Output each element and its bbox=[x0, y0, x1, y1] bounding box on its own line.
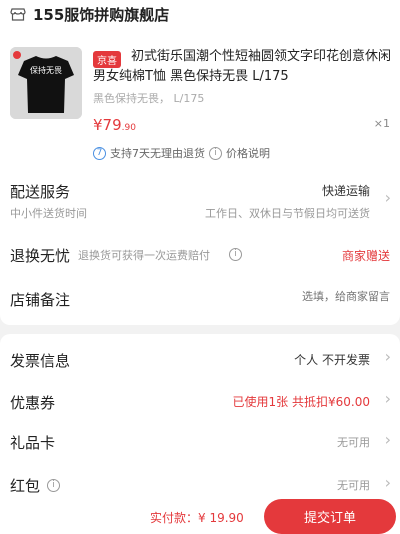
total-payment: 实付款：¥ 19.90 bbox=[150, 511, 244, 525]
invoice-value[interactable]: 个人 不开发票 bbox=[294, 351, 370, 368]
price-integer: 79 bbox=[102, 116, 122, 134]
chevron-right-icon[interactable]: › bbox=[385, 473, 391, 492]
info-icon: i bbox=[209, 146, 222, 160]
giftcard-label: 礼品卡 bbox=[10, 434, 56, 452]
coupon-value[interactable]: 已使用1张 共抵扣¥60.00 bbox=[233, 393, 370, 410]
submit-order-button[interactable]: 提交订单 bbox=[264, 499, 396, 534]
price-symbol: ¥ bbox=[93, 116, 103, 134]
delivery-time[interactable]: 工作日、双休日与节假日均可送货 bbox=[205, 205, 370, 221]
order-card: 155服饰拼购旗舰店 保持无畏 初式街乐国潮个性短袖圆领文字印花创意休闲男女纯棉… bbox=[0, 0, 400, 325]
return-policy-text[interactable]: 支持7天无理由退货 bbox=[110, 145, 205, 161]
return-service-label: 退换无忧 bbox=[10, 247, 71, 265]
delivery-method[interactable]: 快递运输 bbox=[322, 182, 370, 199]
info-icon[interactable]: i bbox=[47, 479, 60, 492]
chevron-right-icon[interactable]: › bbox=[385, 188, 391, 207]
product-price: ¥79.90 bbox=[93, 116, 136, 134]
service-tags: 7 支持7天无理由退货 i 价格说明 bbox=[93, 145, 270, 161]
shop-name[interactable]: 155服饰拼购旗舰店 bbox=[33, 4, 169, 25]
chevron-right-icon[interactable]: › bbox=[385, 389, 391, 408]
coupon-label: 优惠券 bbox=[10, 394, 56, 412]
redpacket-label: 红包 bbox=[10, 477, 41, 495]
chevron-right-icon[interactable]: › bbox=[385, 347, 391, 366]
giftcard-value[interactable]: 无可用 bbox=[337, 434, 370, 450]
product-thumbnail[interactable]: 保持无畏 bbox=[10, 47, 82, 119]
seven-day-return-icon: 7 bbox=[93, 146, 106, 160]
remark-label: 店铺备注 bbox=[10, 291, 71, 309]
remark-input[interactable] bbox=[170, 290, 390, 303]
product-title[interactable]: 初式街乐国潮个性短袖圆领文字印花创意休闲男女纯棉T恤 黑色保持无畏 L/175 bbox=[93, 47, 393, 87]
redpacket-value[interactable]: 无可用 bbox=[337, 477, 370, 493]
jingxi-badge: 京喜 bbox=[93, 51, 121, 68]
chevron-right-icon[interactable]: › bbox=[385, 430, 391, 449]
brand-logo-dot bbox=[13, 51, 21, 59]
info-icon[interactable]: i bbox=[229, 248, 242, 261]
price-explanation-link[interactable]: 价格说明 bbox=[226, 145, 270, 161]
return-service-desc: 退换货可获得一次运费赔付 bbox=[78, 249, 210, 262]
price-decimal: .90 bbox=[121, 123, 136, 133]
store-icon bbox=[10, 6, 26, 22]
product-quantity: ×1 bbox=[373, 117, 390, 130]
product-spec: 黑色保持无畏， L/175 bbox=[93, 92, 205, 105]
return-service-value: 商家赠送 bbox=[341, 249, 390, 263]
delivery-sub: 中小件送货时间 bbox=[10, 207, 87, 220]
delivery-label: 配送服务 bbox=[10, 183, 71, 201]
invoice-label: 发票信息 bbox=[10, 352, 71, 370]
thumb-print-text: 保持无畏 bbox=[30, 65, 62, 75]
